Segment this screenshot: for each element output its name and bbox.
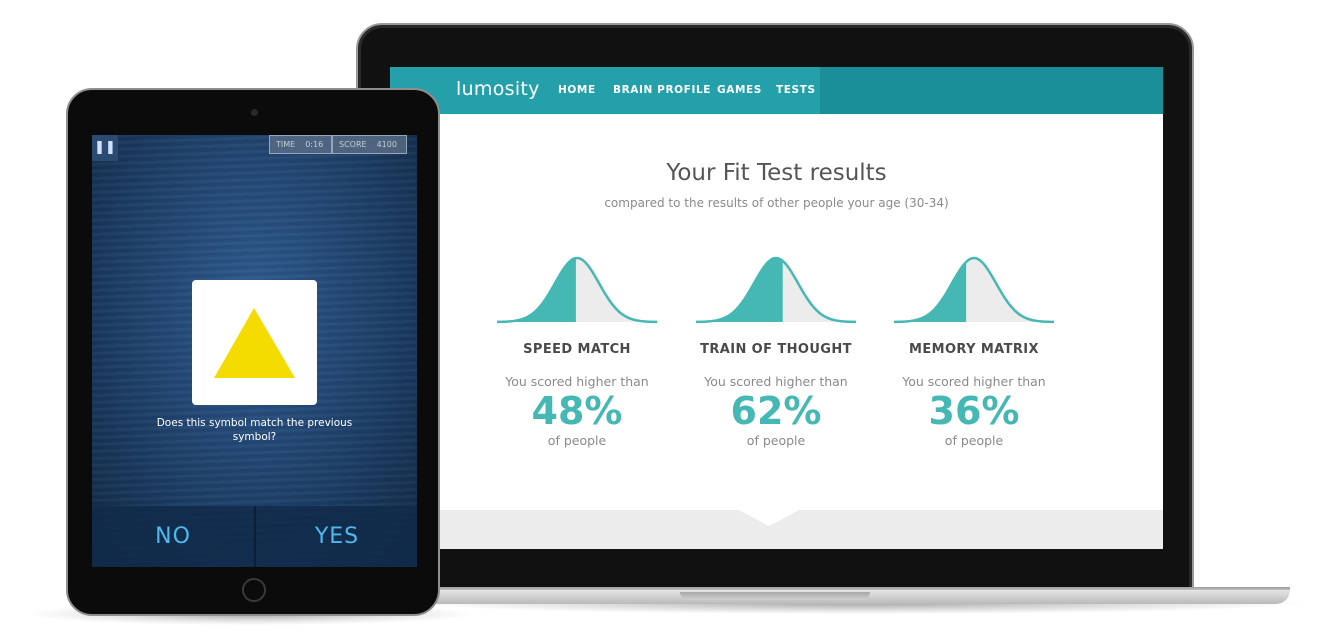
nav-home[interactable]: HOME [558,84,596,96]
distribution-curve [893,256,1055,324]
yes-button[interactable]: YES [256,506,417,567]
time-label: TIME [276,140,296,149]
nav-brain-profile[interactable]: BRAIN PROFILE [613,84,711,96]
game-name: TRAIN OF THOUGHT [700,342,852,357]
of-people-label: of people [746,433,806,448]
scored-higher-label: You scored higher than [505,374,649,389]
time-display: TIME 0:16 [269,135,332,154]
game-name: MEMORY MATRIX [909,342,1039,357]
percent-value: 36% [928,389,1020,433]
score-display: SCORE 4100 [332,135,407,154]
percent-value: 62% [730,389,822,433]
percent-value: 48% [531,389,623,433]
page-title: Your Fit Test results [666,160,887,186]
band-notch [735,508,803,526]
game-name: SPEED MATCH [523,342,631,357]
lumosity-logo[interactable]: lumosity [456,78,540,100]
symbol-card [192,280,317,405]
curve-background [497,258,657,322]
distribution-curve [496,256,658,324]
triangle-icon [214,308,295,378]
percentile-fill [696,258,783,322]
game-screen: ❚❚ TIME 0:16 SCORE 4100 Does this symbol m… [92,135,417,567]
curve-background [894,258,1054,322]
of-people-label: of people [944,433,1004,448]
laptop-screen: lumosity HOME BRAIN PROFILE GAMES TESTS … [390,67,1163,549]
of-people-label: of people [547,433,607,448]
laptop-notch [680,592,870,600]
score-value: 4100 [376,140,397,149]
question-text: Does this symbol match the previous symb… [156,417,353,443]
scored-higher-label: You scored higher than [704,374,848,389]
time-value: 0:16 [305,140,324,149]
nav-tests[interactable]: TESTS [776,84,816,96]
scored-higher-label: You scored higher than [902,374,1046,389]
distribution-curve [695,256,857,324]
home-button[interactable] [242,578,266,602]
nav-games[interactable]: GAMES [717,84,762,96]
pause-icon[interactable]: ❚❚ [92,135,118,161]
page-subtitle: compared to the results of other people … [604,196,949,210]
no-button[interactable]: NO [92,506,254,567]
score-label: SCORE [339,140,367,149]
camera-icon [251,109,258,116]
